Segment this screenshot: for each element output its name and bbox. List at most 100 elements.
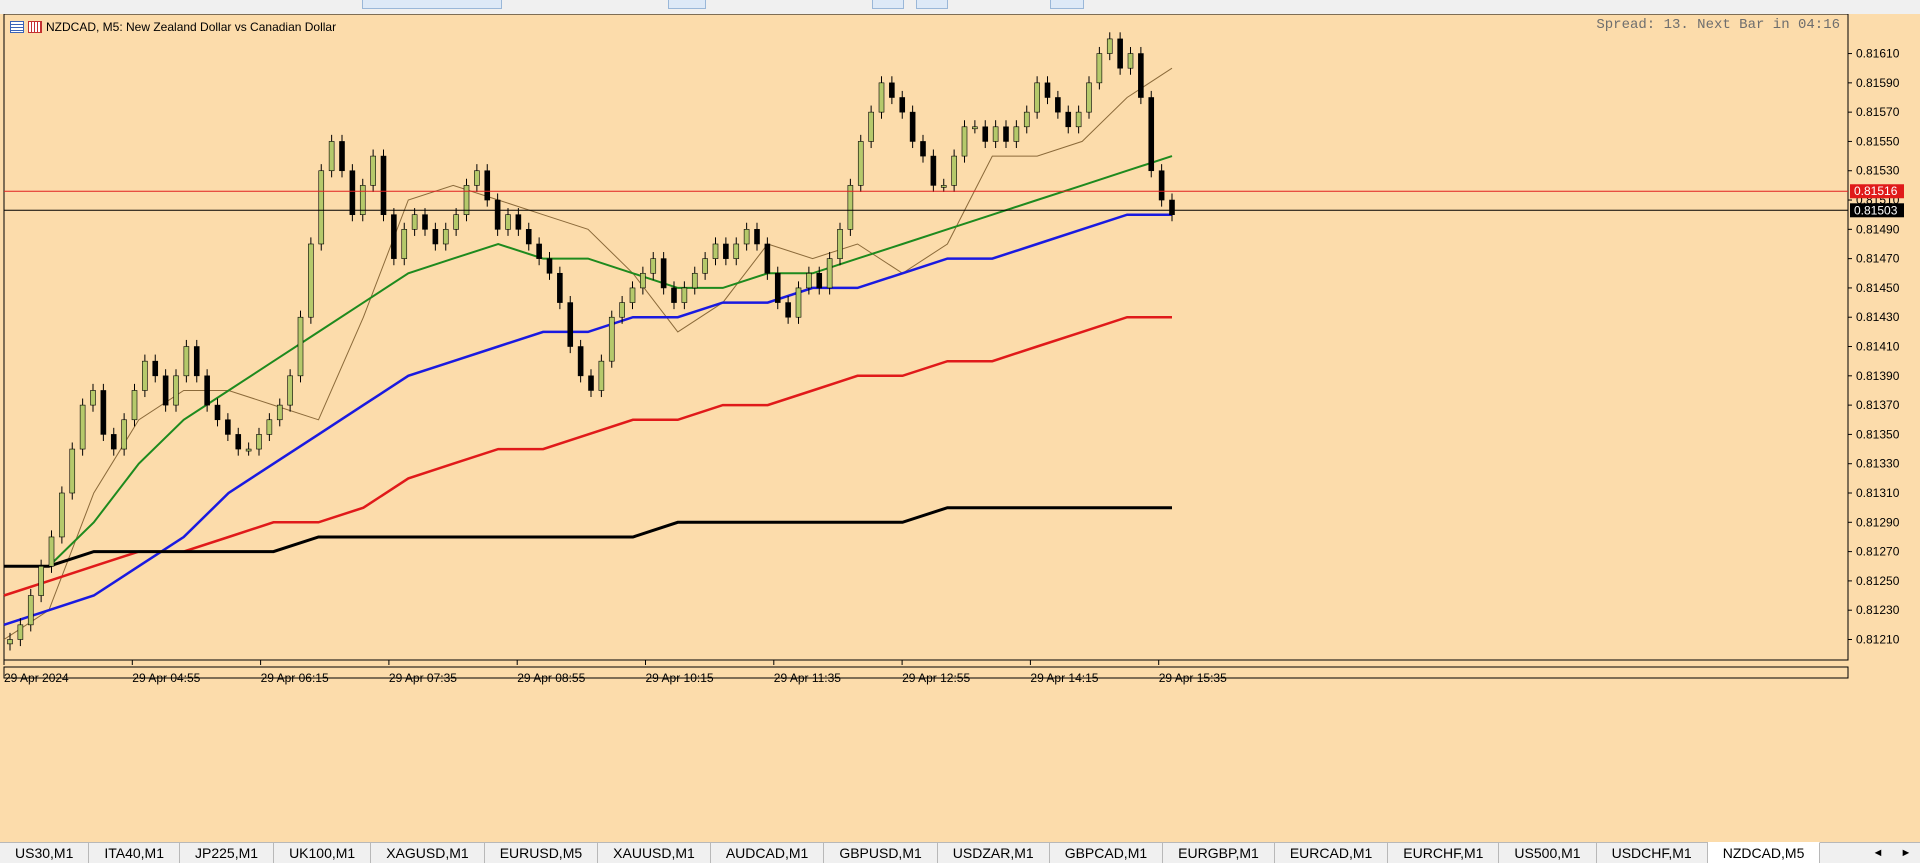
candle [1013, 126, 1020, 142]
chart-tab[interactable]: EURCHF,M1 [1388, 843, 1500, 863]
y-tick-label: 0.81330 [1856, 457, 1900, 471]
bar-chart-icon[interactable] [28, 21, 42, 33]
toolbar-button[interactable] [872, 0, 904, 9]
ask-price-label: 0.81516 [1854, 184, 1898, 198]
candle [193, 346, 200, 377]
candle [982, 126, 989, 142]
candle [847, 185, 854, 230]
candle [868, 111, 874, 142]
candle [339, 141, 345, 172]
chart-tab[interactable]: JP225,M1 [180, 843, 275, 863]
candle [1148, 97, 1155, 172]
y-tick-label: 0.81250 [1856, 574, 1900, 588]
candle [619, 302, 625, 318]
candle [152, 360, 159, 377]
candle [59, 492, 65, 538]
candle [754, 229, 760, 245]
chart-tab[interactable]: XAUUSD,M1 [598, 843, 711, 863]
chart-tab[interactable]: UK100,M1 [274, 843, 372, 863]
y-tick-label: 0.81450 [1856, 281, 1900, 295]
scroll-left-icon[interactable]: ◄ [1873, 847, 1884, 859]
candle [1169, 199, 1175, 215]
candle [525, 229, 532, 245]
chart-tab[interactable]: ITA40,M1 [89, 843, 181, 863]
chart-tab[interactable]: NZDCAD,M5 [1707, 842, 1821, 863]
candle [1158, 170, 1165, 201]
chart-tab[interactable]: EURGBP,M1 [1163, 843, 1275, 863]
candle [629, 287, 636, 303]
candle [484, 170, 491, 201]
chart-window[interactable]: 0.81610 0.81590 0.81570 0.81550 0.81530 0.815… [0, 14, 1920, 842]
candle [951, 155, 957, 186]
candle [567, 302, 574, 347]
y-tick-label: 0.81470 [1856, 252, 1900, 266]
y-tick-label: 0.81430 [1856, 310, 1900, 324]
candle [899, 97, 906, 113]
list-icon[interactable] [10, 21, 24, 33]
plot-frame [3, 14, 1849, 661]
candle [349, 170, 356, 215]
candle [391, 214, 397, 259]
toolbar-button[interactable] [916, 0, 948, 9]
chart-tab[interactable]: USDCHF,M1 [1597, 843, 1708, 863]
y-tick-label: 0.81290 [1856, 515, 1900, 529]
candle [79, 404, 86, 450]
chart-tab[interactable]: AUDCAD,M1 [711, 843, 825, 863]
x-tick-label: 29 Apr 06:15 [261, 671, 329, 685]
candle [110, 434, 117, 450]
chart-tab[interactable]: US500,M1 [1499, 843, 1597, 863]
candle [90, 390, 96, 406]
candle [370, 155, 376, 186]
candle [785, 302, 791, 318]
candle [660, 258, 667, 289]
price-chart[interactable]: 0.81610 0.81590 0.81570 0.81550 0.81530 0.815… [0, 14, 1920, 842]
candle [162, 375, 169, 406]
chart-tab[interactable]: XAGUSD,M1 [371, 843, 485, 863]
chart-tab[interactable]: EURCAD,M1 [1275, 843, 1389, 863]
toolbar-button[interactable] [668, 0, 706, 9]
candle [588, 375, 594, 391]
chart-header: NZDCAD, M5: New Zealand Dollar vs Canadi… [10, 19, 336, 35]
toolbar-button[interactable] [362, 0, 502, 9]
candle [308, 243, 314, 318]
chart-tab[interactable]: GBPCAD,M1 [1050, 843, 1164, 863]
candle [577, 346, 584, 377]
chart-tab[interactable]: EURUSD,M5 [485, 843, 599, 863]
candle [1055, 97, 1061, 113]
candle [1065, 111, 1072, 128]
x-tick-label: 29 Apr 07:35 [389, 671, 457, 685]
candle [1075, 111, 1082, 128]
y-tick-label: 0.81270 [1856, 545, 1900, 559]
chart-tab[interactable]: USDZAR,M1 [938, 843, 1050, 863]
candle [422, 214, 428, 230]
chart-tab[interactable]: US30,M1 [0, 843, 90, 863]
candle [712, 243, 719, 259]
candle [432, 229, 439, 245]
tab-scroll: ◄ ► [1864, 843, 1920, 863]
toolbar-button[interactable] [1050, 0, 1084, 9]
y-tick-label: 0.81370 [1856, 398, 1900, 412]
candle [235, 434, 242, 450]
candle [1138, 53, 1144, 98]
y-tick-label: 0.81610 [1856, 47, 1900, 61]
candle [878, 82, 885, 113]
candle [1117, 38, 1123, 69]
candle [992, 126, 999, 142]
scroll-right-icon[interactable]: ► [1901, 847, 1912, 859]
candle [608, 316, 615, 362]
candle [100, 390, 107, 435]
chart-tab[interactable]: GBPUSD,M1 [824, 843, 938, 863]
candle [806, 272, 812, 289]
candle [225, 419, 231, 435]
candle [411, 214, 418, 230]
indicator-line [3, 315, 1172, 597]
candle [380, 155, 387, 215]
candle [17, 624, 24, 640]
bid-price-label: 0.81503 [1854, 203, 1898, 217]
candle [204, 375, 210, 406]
candle [1044, 82, 1051, 98]
candle [266, 419, 273, 435]
candle [48, 536, 55, 567]
x-tick-label: 29 Apr 04:55 [132, 671, 200, 685]
candle [214, 404, 221, 421]
